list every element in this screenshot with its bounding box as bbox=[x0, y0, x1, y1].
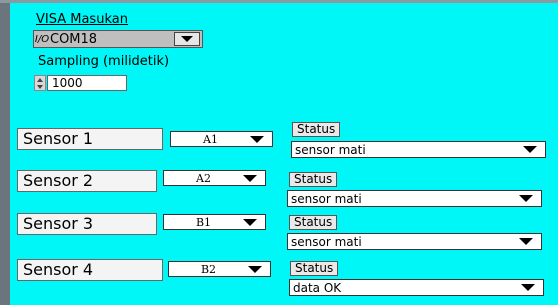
visa-label: VISA Masukan bbox=[36, 12, 128, 27]
window-frame-left bbox=[0, 0, 10, 305]
sensor-2-status-label: Status bbox=[289, 172, 338, 187]
visa-resource-select[interactable]: I/O COM18 bbox=[33, 30, 203, 48]
sensor-3-label: Sensor 3 bbox=[17, 213, 157, 235]
sensor-1-status-select[interactable]: sensor mati bbox=[291, 141, 546, 158]
chevron-down-icon bbox=[243, 174, 257, 182]
visa-value: COM18 bbox=[50, 31, 98, 47]
sampling-spinner[interactable] bbox=[34, 75, 46, 91]
sensor-1-status-value: sensor mati bbox=[295, 142, 366, 157]
chevron-down-icon bbox=[519, 195, 533, 202]
chevron-down-icon bbox=[181, 36, 193, 42]
sensor-1-label: Sensor 1 bbox=[17, 128, 163, 150]
chevron-down-icon bbox=[523, 146, 537, 153]
sensor-3-status-value: sensor mati bbox=[291, 234, 362, 249]
sensor-3-status-label: Status bbox=[289, 215, 338, 230]
window-frame-top bbox=[0, 0, 558, 3]
sensor-4-channel-select[interactable]: B2 bbox=[168, 261, 271, 277]
sensor-2-status-select[interactable]: sensor mati bbox=[287, 190, 542, 207]
chevron-down-icon bbox=[243, 218, 257, 226]
sensor-1-channel-select[interactable]: A1 bbox=[170, 131, 273, 147]
increment-icon[interactable] bbox=[37, 77, 43, 82]
sensor-2-status-value: sensor mati bbox=[291, 191, 362, 206]
sensor-3-channel-value: B1 bbox=[195, 215, 212, 229]
chevron-down-icon bbox=[250, 135, 264, 143]
sensor-2-channel-value: A2 bbox=[196, 171, 211, 185]
sampling-input[interactable]: 1000 bbox=[47, 75, 127, 91]
decrement-icon[interactable] bbox=[37, 84, 43, 89]
sensor-1-status-label: Status bbox=[292, 122, 341, 137]
sensor-1-channel-value: A1 bbox=[203, 132, 218, 146]
sensor-4-status-value: data OK bbox=[293, 280, 342, 295]
chevron-down-icon bbox=[248, 265, 262, 273]
sensor-3-channel-select[interactable]: B1 bbox=[163, 214, 266, 230]
chevron-down-icon bbox=[521, 284, 535, 291]
visa-dropdown-button[interactable] bbox=[174, 32, 200, 46]
sensor-2-channel-select[interactable]: A2 bbox=[163, 170, 266, 186]
sampling-label: Sampling (milidetik) bbox=[38, 54, 170, 69]
sampling-control: 1000 bbox=[34, 74, 127, 92]
sensor-4-channel-value: B2 bbox=[200, 262, 217, 276]
sensor-4-status-select[interactable]: data OK bbox=[289, 279, 544, 296]
sensor-2-label: Sensor 2 bbox=[17, 170, 157, 192]
chevron-down-icon bbox=[519, 238, 533, 245]
io-icon: I/O bbox=[34, 33, 50, 45]
sensor-4-label: Sensor 4 bbox=[17, 259, 163, 281]
sensor-3-status-select[interactable]: sensor mati bbox=[287, 233, 542, 250]
sensor-4-status-label: Status bbox=[290, 261, 339, 276]
